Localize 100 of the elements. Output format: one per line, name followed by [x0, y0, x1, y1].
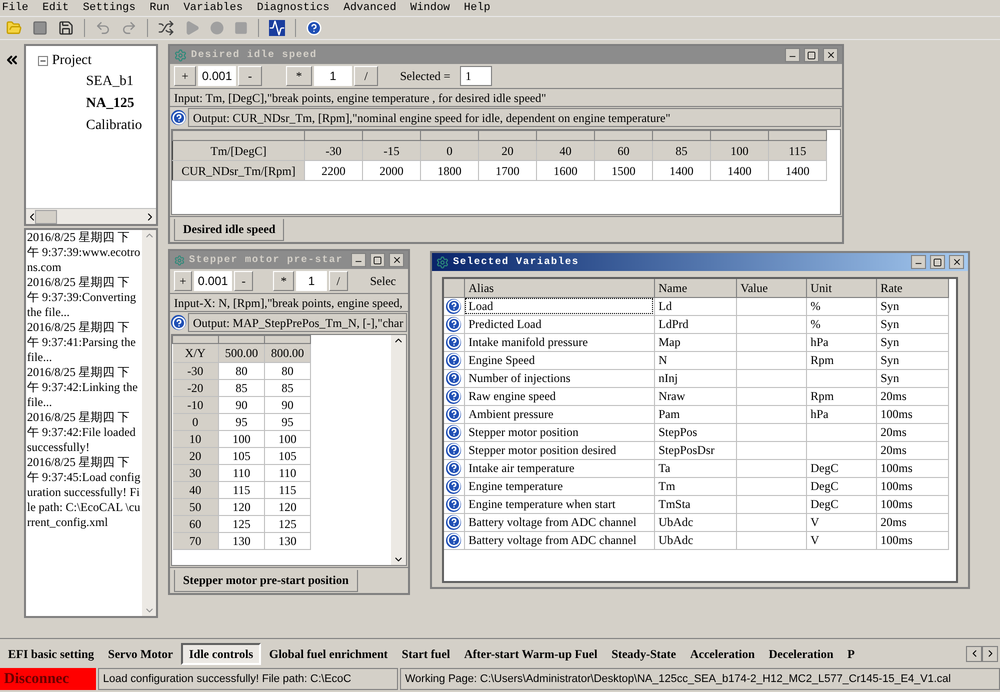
alias-cell[interactable]: Ambient pressure: [464, 405, 654, 423]
menu-item[interactable]: Settings: [82, 0, 136, 16]
page-tab[interactable]: Servo Motor: [102, 642, 179, 664]
help-icon[interactable]: [306, 20, 322, 36]
menu-item[interactable]: File: [2, 0, 28, 16]
scroll-left-button[interactable]: [966, 646, 982, 662]
page-tab[interactable]: Start fuel: [396, 642, 456, 664]
table-cell: 130: [264, 532, 310, 550]
divide-button[interactable]: /: [354, 66, 378, 86]
vertical-scrollbar[interactable]: [142, 230, 156, 616]
tree-item[interactable]: NA_125: [86, 96, 134, 111]
column-header[interactable]: Value: [736, 279, 806, 297]
save-icon[interactable]: [58, 20, 74, 36]
menu-item[interactable]: Variables: [183, 0, 243, 16]
close-button[interactable]: [949, 255, 964, 269]
table-cell: 85: [264, 380, 310, 396]
name-cell: TmSta: [654, 495, 736, 513]
page-tab[interactable]: Acceleration: [684, 642, 761, 664]
page-tab[interactable]: After-start Warm-up Fuel: [458, 642, 604, 664]
alias-cell[interactable]: Battery voltage from ADC channel: [464, 531, 654, 549]
multiply-button[interactable]: *: [273, 271, 294, 291]
table-cell: 110: [218, 464, 264, 482]
menu-item[interactable]: Edit: [42, 0, 69, 16]
subtract-button[interactable]: -: [238, 66, 262, 86]
page-tab[interactable]: P: [841, 642, 861, 664]
close-button[interactable]: [823, 48, 838, 62]
column-header[interactable]: Alias: [464, 279, 654, 297]
alias-cell[interactable]: Predicted Load: [464, 315, 654, 333]
row-header-cell: Tm/[DegC]: [172, 140, 304, 160]
rate-cell: 100ms: [876, 531, 948, 549]
column-header[interactable]: Unit: [806, 279, 876, 297]
alias-cell[interactable]: Engine temperature: [464, 477, 654, 495]
scroll-right-button[interactable]: [982, 646, 998, 662]
multiply-button[interactable]: *: [286, 66, 312, 86]
menu-item[interactable]: Help: [464, 0, 490, 16]
add-button[interactable]: +: [174, 271, 192, 291]
scrollbar-thumb[interactable]: [35, 210, 57, 224]
alias-cell[interactable]: Stepper motor position desired: [464, 441, 654, 459]
rate-cell: Syn: [876, 297, 948, 315]
window-title: Selected Variables: [453, 256, 580, 270]
step-field[interactable]: 0.001: [194, 271, 232, 291]
page-tab[interactable]: Idle controls: [181, 642, 262, 664]
menu-item[interactable]: Diagnostics: [256, 0, 330, 16]
help-icon: [171, 315, 186, 330]
alias-cell[interactable]: Intake air temperature: [464, 459, 654, 477]
column-header[interactable]: Rate: [876, 279, 948, 297]
alias-cell[interactable]: Raw engine speed: [464, 387, 654, 405]
factor-field[interactable]: 1: [296, 271, 327, 291]
alias-cell[interactable]: Intake manifold pressure: [464, 333, 654, 351]
status-message: Load configuration successfully! File path: C:\EcoC: [98, 668, 398, 690]
page-tab[interactable]: Global fuel enrichment: [263, 642, 394, 664]
menu-item[interactable]: Window: [410, 0, 450, 16]
minimize-button[interactable]: [785, 48, 800, 62]
table-cell: 1700: [478, 160, 536, 180]
sheet-tab[interactable]: Stepper motor pre-start position: [174, 570, 358, 592]
name-cell: Nraw: [654, 387, 736, 405]
tree-item[interactable]: Project: [52, 50, 92, 71]
page-tab[interactable]: EFI basic setting: [2, 642, 100, 664]
maximize-button[interactable]: [930, 255, 945, 269]
square-icon[interactable]: [32, 20, 48, 36]
rate-cell: 100ms: [876, 459, 948, 477]
working-page-path: Working Page: C:\Users\Administrator\Desktop\NA_125cc_SEA_b174-2_H12_MC2_L577_Cr145-15_E4_V1.cal: [400, 668, 1000, 690]
tree-item[interactable]: Calibratio: [86, 118, 142, 133]
alias-cell[interactable]: Engine Speed: [464, 351, 654, 369]
unit-cell: DegC: [806, 495, 876, 513]
shuffle-icon[interactable]: [158, 20, 174, 36]
name-cell: StepPos: [654, 423, 736, 441]
alias-cell[interactable]: Number of injections: [464, 369, 654, 387]
alias-cell[interactable]: Load: [464, 297, 654, 315]
table-cell: 1400: [710, 160, 768, 180]
menu-item[interactable]: Advanced: [343, 0, 396, 16]
page-tab[interactable]: Steady-State: [605, 642, 682, 664]
tree-item[interactable]: SEA_b1: [86, 74, 134, 89]
alias-cell[interactable]: Stepper motor position: [464, 423, 654, 441]
menu-item[interactable]: Run: [150, 0, 170, 16]
alias-cell[interactable]: Engine temperature when start: [464, 495, 654, 513]
horizontal-scrollbar[interactable]: [26, 208, 156, 224]
oscilloscope-icon[interactable]: [269, 20, 285, 36]
sheet-tab[interactable]: Desired idle speed: [174, 218, 284, 240]
add-button[interactable]: +: [174, 66, 196, 86]
help-icon: [446, 406, 462, 422]
column-header[interactable]: Name: [654, 279, 736, 297]
row-header-cell: 10: [172, 430, 218, 448]
vertical-scrollbar[interactable]: [391, 335, 406, 565]
page-tab[interactable]: Deceleration: [762, 642, 840, 664]
minimize-button[interactable]: [351, 253, 366, 267]
maximize-button[interactable]: [804, 48, 819, 62]
step-field[interactable]: 0.001: [198, 66, 236, 86]
table-cell: 1600: [536, 160, 594, 180]
column-header-cell: 800.00: [264, 344, 310, 362]
maximize-button[interactable]: [370, 253, 385, 267]
close-button[interactable]: [389, 253, 404, 267]
row-header-cell: 20: [172, 448, 218, 464]
factor-field[interactable]: 1: [314, 66, 352, 86]
selected-field[interactable]: 1: [460, 66, 492, 86]
minimize-button[interactable]: [911, 255, 926, 269]
subtract-button[interactable]: -: [234, 271, 254, 291]
tree-toggle[interactable]: [38, 56, 48, 66]
alias-cell[interactable]: Battery voltage from ADC channel: [464, 513, 654, 531]
divide-button[interactable]: /: [328, 271, 348, 291]
